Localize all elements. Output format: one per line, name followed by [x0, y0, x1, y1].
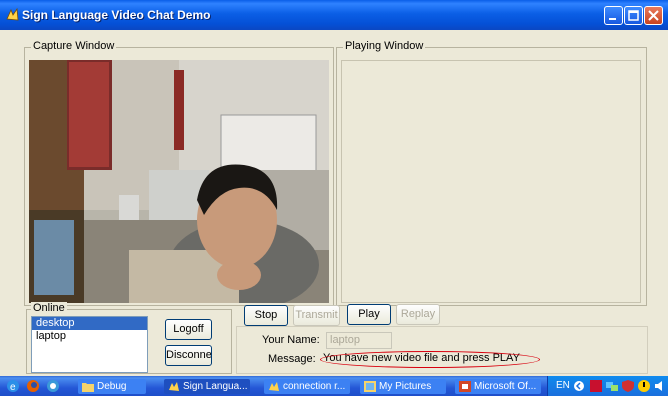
- transmit-button[interactable]: Transmit: [293, 305, 340, 326]
- list-item[interactable]: desktop: [32, 317, 147, 330]
- capture-window-label: Capture Window: [31, 40, 117, 52]
- webcam-frame: [29, 60, 329, 303]
- tray-arrow-icon[interactable]: [574, 380, 584, 392]
- title-bar[interactable]: Sign Language Video Chat Demo: [0, 0, 668, 30]
- app-window: Sign Language Video Chat Demo Capture Wi…: [0, 0, 668, 376]
- task-sign-language[interactable]: Sign Langua...: [164, 379, 250, 394]
- task-debug[interactable]: Debug: [78, 379, 146, 394]
- your-name-field[interactable]: laptop: [326, 332, 392, 349]
- online-label: Online: [31, 302, 67, 314]
- message-label: Message:: [268, 353, 316, 365]
- app-icon: [169, 382, 179, 391]
- language-indicator[interactable]: EN: [556, 380, 570, 391]
- webcam-video: [29, 60, 329, 303]
- quick-launch: e: [0, 376, 76, 396]
- task-label: Microsoft Of...: [474, 381, 537, 392]
- powerpoint-icon: [459, 381, 471, 392]
- minimize-button[interactable]: [604, 6, 623, 25]
- task-microsoft-office[interactable]: Microsoft Of...: [455, 379, 541, 394]
- logoff-button[interactable]: Logoff: [165, 319, 212, 340]
- list-item[interactable]: laptop: [32, 330, 147, 343]
- disconnect-button[interactable]: Disconnect: [165, 345, 212, 366]
- close-icon: [648, 10, 659, 21]
- stop-button[interactable]: Stop: [244, 305, 288, 326]
- window-title: Sign Language Video Chat Demo: [22, 8, 211, 22]
- taskbar: e Debug Sign Langua... connection r... M…: [0, 376, 668, 396]
- maximize-button[interactable]: [624, 6, 643, 25]
- task-my-pictures[interactable]: My Pictures: [360, 379, 446, 394]
- alert-icon[interactable]: [638, 380, 650, 392]
- svg-text:e: e: [10, 382, 16, 393]
- security-icon[interactable]: [622, 380, 634, 392]
- folder-icon: [82, 383, 94, 392]
- close-button[interactable]: [644, 6, 663, 25]
- your-name-label: Your Name:: [262, 334, 320, 346]
- online-users-list[interactable]: desktop laptop: [31, 316, 148, 373]
- task-connection[interactable]: connection r...: [264, 379, 350, 394]
- pictures-icon: [364, 381, 376, 392]
- system-tray: EN: [547, 376, 668, 396]
- replay-button[interactable]: Replay: [396, 304, 440, 325]
- tray-app-icon[interactable]: [590, 380, 602, 392]
- volume-icon[interactable]: [654, 380, 666, 392]
- highlight-oval: [320, 351, 540, 368]
- play-button[interactable]: Play: [347, 304, 391, 325]
- task-label: My Pictures: [379, 381, 432, 392]
- task-label: Sign Langua...: [183, 381, 248, 392]
- app-icon: [6, 7, 19, 21]
- task-label: connection r...: [283, 381, 346, 392]
- maximize-icon: [628, 10, 639, 21]
- network-icon[interactable]: [606, 380, 618, 392]
- playing-video-area: [341, 60, 641, 303]
- ie-icon[interactable]: e: [6, 379, 20, 393]
- task-label: Debug: [97, 381, 127, 392]
- minimize-icon: [609, 18, 616, 20]
- firefox-icon[interactable]: [26, 379, 40, 393]
- app-icon: [269, 382, 279, 391]
- playing-window-label: Playing Window: [343, 40, 426, 52]
- browser-icon[interactable]: [46, 379, 60, 393]
